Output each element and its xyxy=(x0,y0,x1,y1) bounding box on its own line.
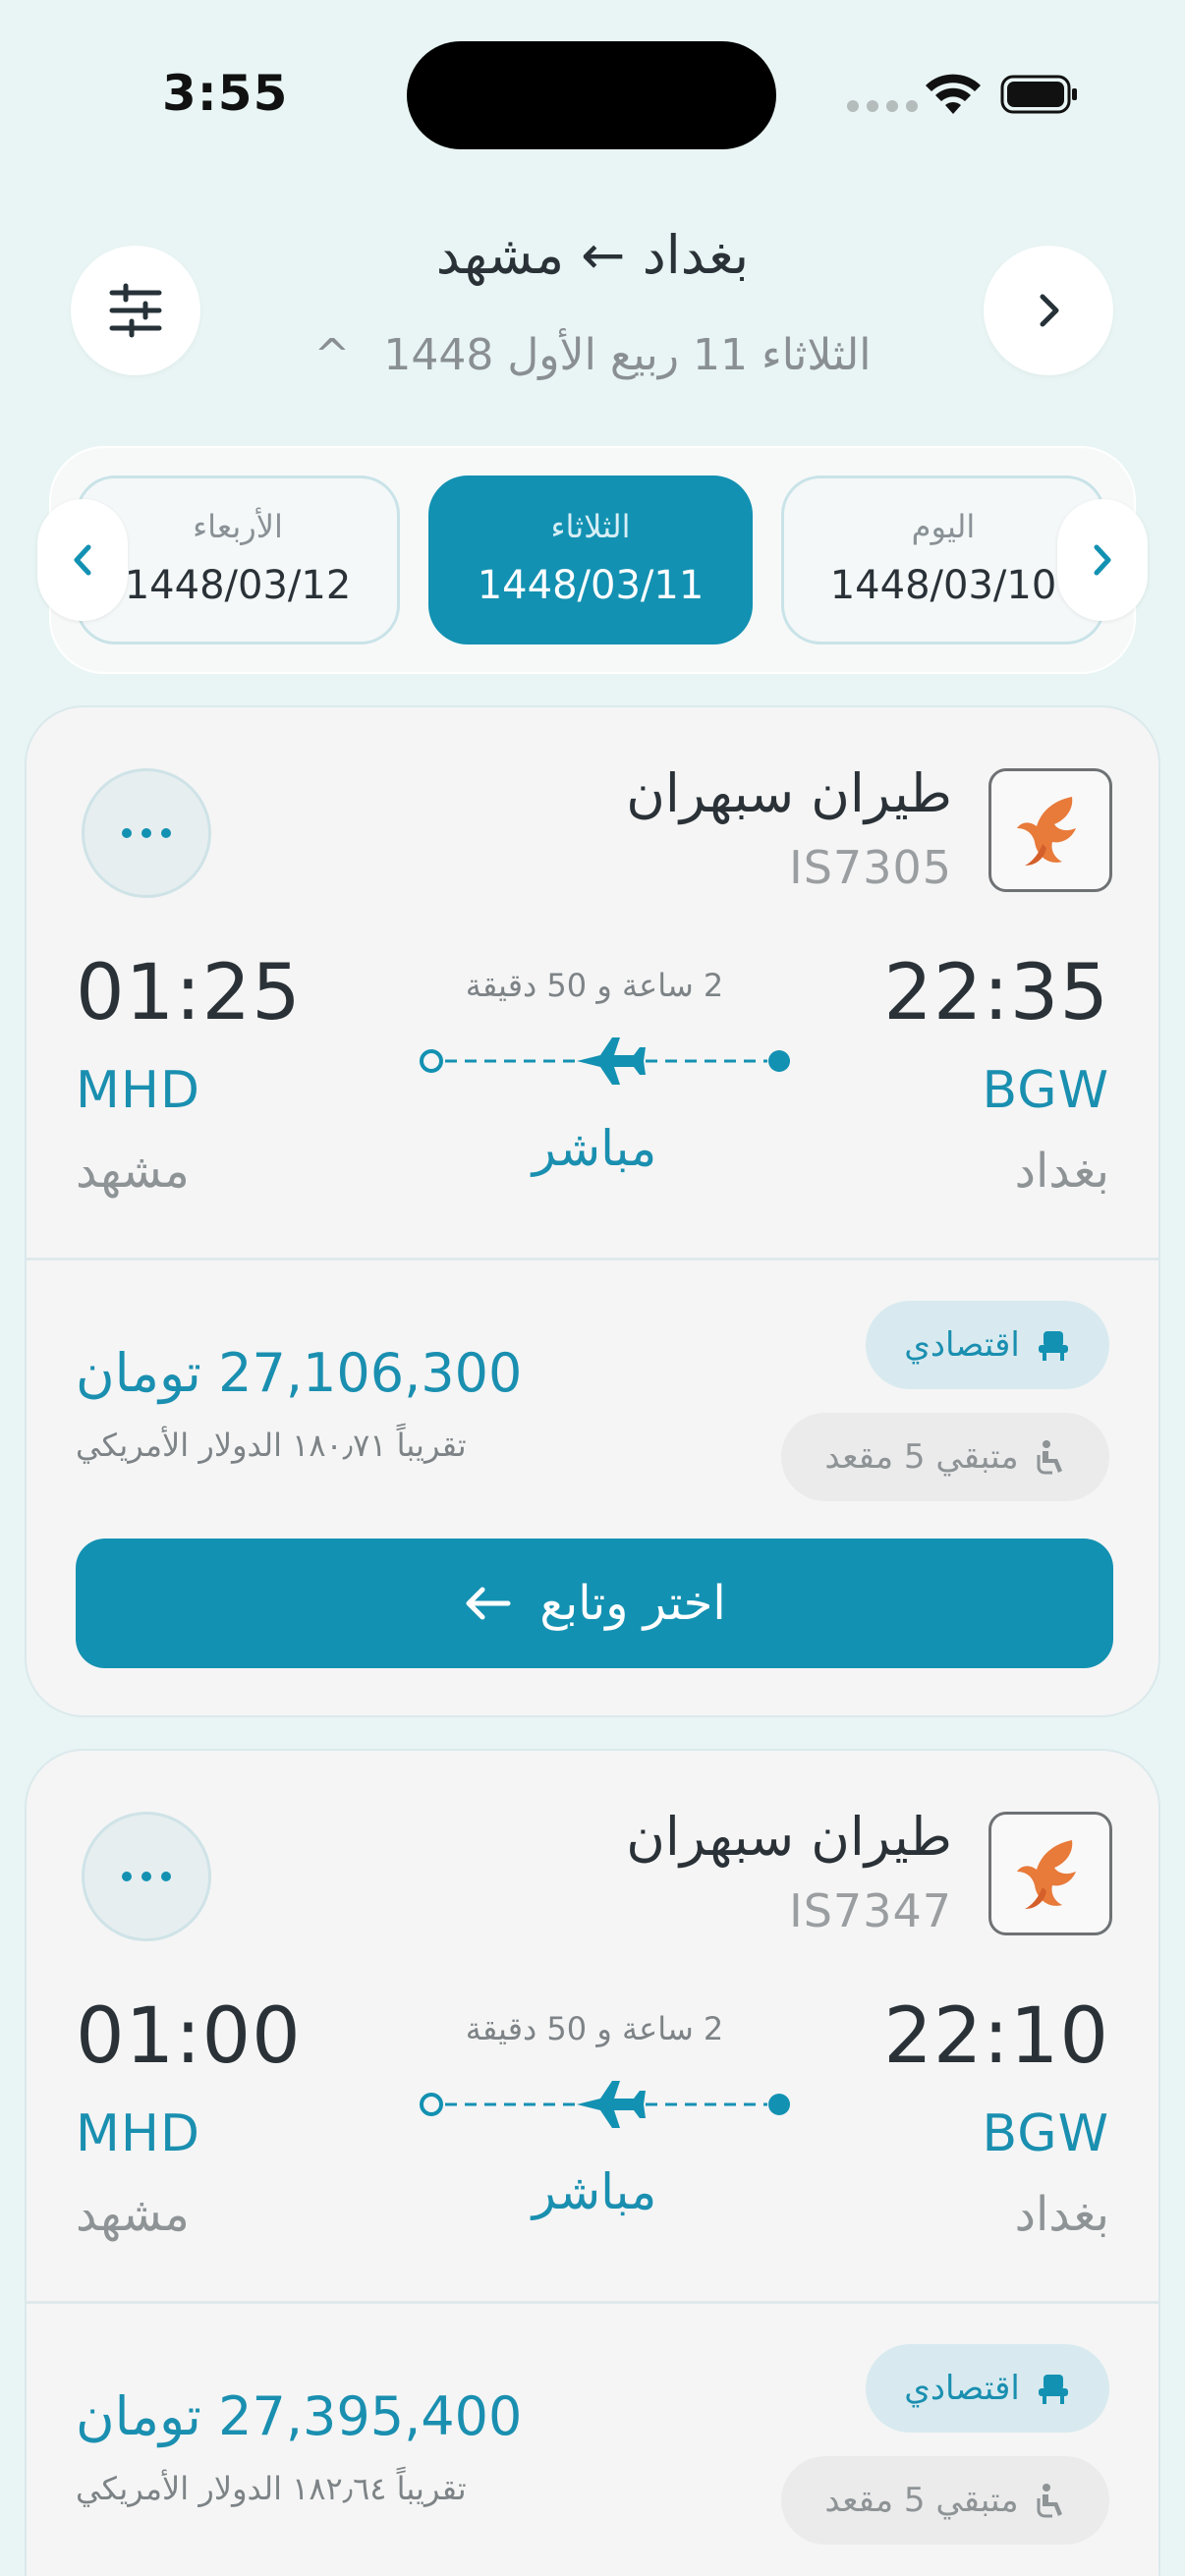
stops-label: مباشر xyxy=(532,2163,657,2220)
seat-icon xyxy=(1038,2375,1068,2404)
seats-left-badge: متبقي 5 مقعد xyxy=(781,1413,1109,1501)
date-tab-date: 1448/03/10 xyxy=(829,563,1057,608)
battery-icon xyxy=(1000,75,1077,114)
phoenix-logo-icon xyxy=(1017,797,1076,866)
chevron-right-icon xyxy=(1040,294,1059,327)
date-tab-day: اليوم xyxy=(911,508,976,545)
date-tab-tuesday[interactable]: الثلاثاء 1448/03/11 xyxy=(428,476,753,644)
arrival-airport-code: MHD xyxy=(76,2104,201,2163)
flight-duration: 2 ساعة و 50 دقيقة xyxy=(465,2010,724,2047)
arrival-time: 01:00 xyxy=(76,1992,302,2081)
arrival-time: 01:25 xyxy=(76,949,302,1037)
flight-duration: 2 ساعة و 50 دقيقة xyxy=(465,967,724,1004)
divider xyxy=(27,2301,1158,2304)
arrival-city: مشهد xyxy=(76,2187,190,2242)
selected-date: الثلاثاء 11 ربيع الأول 1448 xyxy=(383,330,872,380)
divider xyxy=(27,1258,1158,1260)
airline-name: طيران سبهران xyxy=(626,762,952,824)
seated-person-icon xyxy=(1037,1440,1062,1475)
more-options-button[interactable] xyxy=(82,768,211,898)
date-tab-date: 1448/03/11 xyxy=(477,563,705,608)
select-and-continue-label: اختر وتابع xyxy=(539,1576,726,1631)
flight-number: IS7347 xyxy=(789,1884,952,1937)
cabin-class-label: اقتصادي xyxy=(904,1325,1020,1365)
stops-label: مباشر xyxy=(532,1120,657,1177)
dynamic-island xyxy=(407,41,776,149)
more-dots-icon xyxy=(122,828,171,838)
airline-logo xyxy=(988,1812,1112,1935)
date-selector[interactable]: الثلاثاء 11 ربيع الأول 1448 ^ xyxy=(0,330,1185,380)
flight-card[interactable]: طيران سبهران IS7347 22:10 01:00 2 ساعة و… xyxy=(25,1749,1160,2576)
airline-name: طيران سبهران xyxy=(626,1806,952,1868)
date-tab-day: الثلاثاء xyxy=(550,508,631,545)
more-options-button[interactable] xyxy=(82,1812,211,1941)
airline-logo xyxy=(988,768,1112,892)
price-toman: 27,106,300 تومان xyxy=(76,1342,523,1404)
flight-path-icon xyxy=(420,1037,790,1085)
arrival-airport-code: MHD xyxy=(76,1061,201,1120)
seats-left-badge: متبقي 5 مقعد xyxy=(781,2456,1109,2545)
flight-number: IS7305 xyxy=(789,841,952,894)
chevron-right-icon xyxy=(1094,544,1111,576)
seats-left-label: متبقي 5 مقعد xyxy=(824,2481,1019,2520)
status-time: 3:55 xyxy=(162,65,289,122)
previous-dates-button[interactable] xyxy=(1057,499,1148,621)
wifi-icon xyxy=(926,74,981,114)
phoenix-logo-icon xyxy=(1017,1840,1076,1909)
seat-icon xyxy=(1038,1331,1068,1361)
cabin-class-label: اقتصادي xyxy=(904,2369,1020,2408)
chevron-left-icon xyxy=(74,544,91,576)
seats-left-label: متبقي 5 مقعد xyxy=(824,1437,1019,1477)
next-dates-button[interactable] xyxy=(37,499,128,621)
route-title: بغداد ← مشهد xyxy=(435,224,750,286)
cabin-class-badge: اقتصادي xyxy=(866,2344,1109,2433)
price-usd: تقريباً ١٨٢٫٦٤ الدولار الأمريكي xyxy=(76,2470,467,2507)
seated-person-icon xyxy=(1037,2484,1062,2518)
departure-airport-code: BGW xyxy=(982,2104,1109,2163)
flight-card[interactable]: طيران سبهران IS7305 22:35 01:25 2 ساعة و… xyxy=(25,705,1160,1717)
price-toman: 27,395,400 تومان xyxy=(76,2385,523,2447)
price-usd: تقريباً ١٨٠٫٧١ الدولار الأمريكي xyxy=(76,1427,467,1464)
cellular-signal-icon xyxy=(847,100,918,112)
departure-time: 22:10 xyxy=(883,1992,1109,2081)
arrival-city: مشهد xyxy=(76,1144,190,1199)
departure-time: 22:35 xyxy=(883,949,1109,1037)
departure-city: بغداد xyxy=(1014,1144,1109,1199)
cabin-class-badge: اقتصادي xyxy=(866,1301,1109,1389)
flight-path-icon xyxy=(420,2081,790,2128)
select-and-continue-button[interactable]: اختر وتابع xyxy=(76,1539,1113,1668)
departure-city: بغداد xyxy=(1014,2187,1109,2242)
departure-airport-code: BGW xyxy=(982,1061,1109,1120)
more-dots-icon xyxy=(122,1872,171,1881)
chevron-up-icon: ^ xyxy=(313,330,351,380)
arrow-left-icon xyxy=(466,1587,511,1620)
